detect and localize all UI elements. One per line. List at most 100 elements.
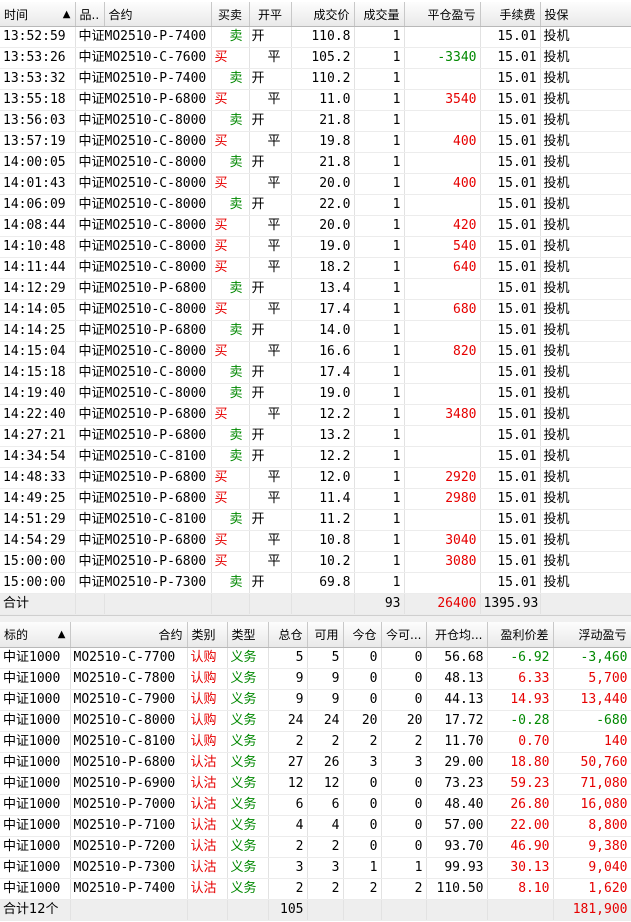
positions-total-float-pnl: 181,900 — [553, 899, 631, 921]
table-row[interactable]: 中证1000 MO2510-P-7100 认沽 义务 4 4 0 0 57.00 22.00 8,8… — [0, 815, 631, 837]
trade-side: 买 — [211, 404, 250, 426]
table-row[interactable]: 14:14:05 中证MO2510-C-8000 买平 17.4 1 680 15.01 投机 — [0, 299, 631, 321]
table-row[interactable]: 14:11:44 中证MO2510-C-8000 买平 18.2 1 640 15.01 投机 — [0, 257, 631, 279]
col-pos-contract-header[interactable]: 合约 — [70, 622, 188, 648]
table-row[interactable]: 14:15:18 中证MO2510-C-8000 卖开 17.4 1 15.01 投机 — [0, 362, 631, 384]
position-spread: -6.92 — [487, 647, 554, 669]
positions-header-row: 标的 ▲ 合约 类别 类型 总仓 可用 今仓 今可... 开仓均... 盈利价差 … — [0, 622, 631, 648]
trade-pnl — [404, 110, 481, 132]
table-row[interactable]: 14:49:25 中证MO2510-P-6800 买平 11.4 1 2980 15.01 投… — [0, 488, 631, 510]
col-product-header[interactable]: 品.. — [75, 2, 105, 27]
trade-price: 14.0 — [291, 320, 355, 342]
col-openclose-header[interactable]: 开平 — [249, 2, 292, 27]
col-type-header[interactable]: 类型 — [227, 622, 269, 648]
table-row[interactable]: 14:51:29 中证MO2510-C-8100 卖开 11.2 1 15.01 投机 — [0, 509, 631, 531]
col-side-header[interactable]: 买卖 — [211, 2, 250, 27]
table-row[interactable]: 14:08:44 中证MO2510-C-8000 买平 20.0 1 420 15.01 投机 — [0, 215, 631, 237]
trade-fee: 15.01 — [480, 131, 541, 153]
table-row[interactable]: 14:01:43 中证MO2510-C-8000 买平 20.0 1 400 15.01 投机 — [0, 173, 631, 195]
table-row[interactable]: 中证1000 MO2510-C-8100 认购 义务 2 2 2 2 11.70 0.70 140 — [0, 731, 631, 753]
table-row[interactable]: 14:14:25 中证MO2510-P-6800 卖开 14.0 1 15.01 投机 — [0, 320, 631, 342]
position-avg-price: 99.93 — [426, 857, 488, 879]
col-underlying-header[interactable]: 标的 ▲ — [0, 622, 71, 648]
table-row[interactable]: 13:53:32 中证MO2510-P-7400 卖开 110.2 1 15.01 投机 — [0, 68, 631, 90]
table-row[interactable]: 中证1000 MO2510-P-6800 认沽 义务 27 26 3 3 29.00 18.80 5… — [0, 752, 631, 774]
col-avail-header[interactable]: 可用 — [307, 622, 344, 648]
col-avg-header[interactable]: 开仓均... — [426, 622, 488, 648]
trade-qty: 1 — [354, 551, 405, 573]
trade-fee: 15.01 — [480, 509, 541, 531]
table-row[interactable]: 15:00:00 中证MO2510-P-6800 买平 10.2 1 3080 15.01 投… — [0, 551, 631, 573]
col-time-header[interactable]: 时间 ▲ — [0, 2, 76, 27]
trade-pnl — [404, 509, 481, 531]
trade-qty: 1 — [354, 467, 405, 489]
trade-side: 买 — [211, 341, 250, 363]
table-row[interactable]: 13:52:59 中证MO2510-P-7400 卖开 110.8 1 15.01 投机 — [0, 26, 631, 48]
trade-openclose: 开 — [249, 383, 292, 405]
trade-pnl: 680 — [404, 299, 481, 321]
table-row[interactable]: 14:00:05 中证MO2510-C-8000 卖开 21.8 1 15.01 投机 — [0, 152, 631, 174]
col-qty-header[interactable]: 成交量 — [354, 2, 405, 27]
table-row[interactable]: 14:10:48 中证MO2510-C-8000 买平 19.0 1 540 15.01 投机 — [0, 236, 631, 258]
trade-openclose: 开 — [249, 26, 292, 48]
trade-fee: 15.01 — [480, 299, 541, 321]
positions-total-label: 合计12个 — [0, 899, 71, 921]
trade-time: 13:53:26 — [0, 47, 76, 69]
table-row[interactable]: 15:00:00 中证MO2510-P-7300 卖开 69.8 1 15.01 投机 — [0, 572, 631, 594]
position-avail: 3 — [307, 857, 344, 879]
table-row[interactable]: 中证1000 MO2510-C-7800 认购 义务 9 9 0 0 48.13 6.33 5,70… — [0, 668, 631, 690]
trade-price: 12.2 — [291, 404, 355, 426]
col-today-header[interactable]: 今仓 — [343, 622, 382, 648]
table-row[interactable]: 14:15:04 中证MO2510-C-8000 买平 16.6 1 820 15.01 投机 — [0, 341, 631, 363]
table-row[interactable]: 13:53:26 中证MO2510-C-7600 买平 105.2 1 -3340 15.0… — [0, 47, 631, 69]
col-float-pnl-header[interactable]: 浮动盈亏 — [553, 622, 631, 648]
position-float-pnl: 5,700 — [553, 668, 631, 690]
col-fee-header[interactable]: 手续费 — [480, 2, 541, 27]
table-row[interactable]: 14:06:09 中证MO2510-C-8000 卖开 22.0 1 15.01 投机 — [0, 194, 631, 216]
position-spread: 30.13 — [487, 857, 554, 879]
table-row[interactable]: 中证1000 MO2510-C-7700 认购 义务 5 5 0 0 56.68 -6.92 -3,… — [0, 647, 631, 669]
col-contract-header[interactable]: 合约 — [104, 2, 212, 27]
trade-qty: 1 — [354, 26, 405, 48]
trade-side: 卖 — [211, 572, 250, 594]
col-price-header[interactable]: 成交价 — [291, 2, 355, 27]
table-row[interactable]: 14:19:40 中证MO2510-C-8000 卖开 19.0 1 15.01 投机 — [0, 383, 631, 405]
table-row[interactable]: 14:48:33 中证MO2510-P-6800 买平 12.0 1 2920 15.01 投… — [0, 467, 631, 489]
position-float-pnl: 9,380 — [553, 836, 631, 858]
table-row[interactable]: 中证1000 MO2510-P-6900 认沽 义务 12 12 0 0 73.23 59.23 7… — [0, 773, 631, 795]
col-total-header[interactable]: 总仓 — [268, 622, 308, 648]
table-row[interactable]: 14:34:54 中证MO2510-C-8100 卖开 12.2 1 15.01 投机 — [0, 446, 631, 468]
table-row[interactable]: 14:54:29 中证MO2510-P-6800 买平 10.8 1 3040 15.01 投… — [0, 530, 631, 552]
table-row[interactable]: 中证1000 MO2510-C-8000 认购 义务 24 24 20 20 17.72 -0.2… — [0, 710, 631, 732]
table-row[interactable]: 中证1000 MO2510-P-7400 认沽 义务 2 2 2 2 110.50 8.10 1,6… — [0, 878, 631, 900]
position-type: 义务 — [227, 878, 269, 900]
position-today: 0 — [343, 794, 382, 816]
table-row[interactable]: 中证1000 MO2510-P-7300 认沽 义务 3 3 1 1 99.93 30.13 9,0… — [0, 857, 631, 879]
trade-time: 14:19:40 — [0, 383, 76, 405]
table-row[interactable]: 13:57:19 中证MO2510-C-8000 买平 19.8 1 400 15.01 投机 — [0, 131, 631, 153]
trade-time: 15:00:00 — [0, 572, 76, 594]
col-today-avail-header[interactable]: 今可... — [381, 622, 427, 648]
position-contract: MO2510-P-6800 — [70, 752, 188, 774]
col-category-header[interactable]: 类别 — [187, 622, 228, 648]
table-row[interactable]: 14:12:29 中证MO2510-P-6800 卖开 13.4 1 15.01 投机 — [0, 278, 631, 300]
position-category: 认购 — [187, 647, 228, 669]
table-row[interactable]: 14:22:40 中证MO2510-P-6800 买平 12.2 1 3480 15.01 投… — [0, 404, 631, 426]
col-spread-header[interactable]: 盈利价差 — [487, 622, 554, 648]
table-row[interactable]: 中证1000 MO2510-P-7000 认沽 义务 6 6 0 0 48.40 26.80 16,… — [0, 794, 631, 816]
trade-fee: 15.01 — [480, 68, 541, 90]
table-row[interactable]: 13:56:03 中证MO2510-C-8000 卖开 21.8 1 15.01 投机 — [0, 110, 631, 132]
trade-qty: 1 — [354, 320, 405, 342]
col-pnl-header[interactable]: 平仓盈亏 — [404, 2, 481, 27]
table-row[interactable]: 中证1000 MO2510-C-7900 认购 义务 9 9 0 0 44.13 14.93 13,… — [0, 689, 631, 711]
trade-pnl — [404, 152, 481, 174]
position-spread: 8.10 — [487, 878, 554, 900]
col-hedge-header[interactable]: 投保 — [540, 2, 631, 27]
table-row[interactable]: 13:55:18 中证MO2510-P-6800 买平 11.0 1 3540 15.01 投… — [0, 89, 631, 111]
table-row[interactable]: 14:27:21 中证MO2510-P-6800 卖开 13.2 1 15.01 投机 — [0, 425, 631, 447]
position-avail: 4 — [307, 815, 344, 837]
trade-openclose: 平 — [249, 47, 292, 69]
trade-hedge: 投机 — [540, 362, 631, 384]
table-row[interactable]: 中证1000 MO2510-P-7200 认沽 义务 2 2 0 0 93.70 46.90 9,3… — [0, 836, 631, 858]
position-avail: 2 — [307, 878, 344, 900]
